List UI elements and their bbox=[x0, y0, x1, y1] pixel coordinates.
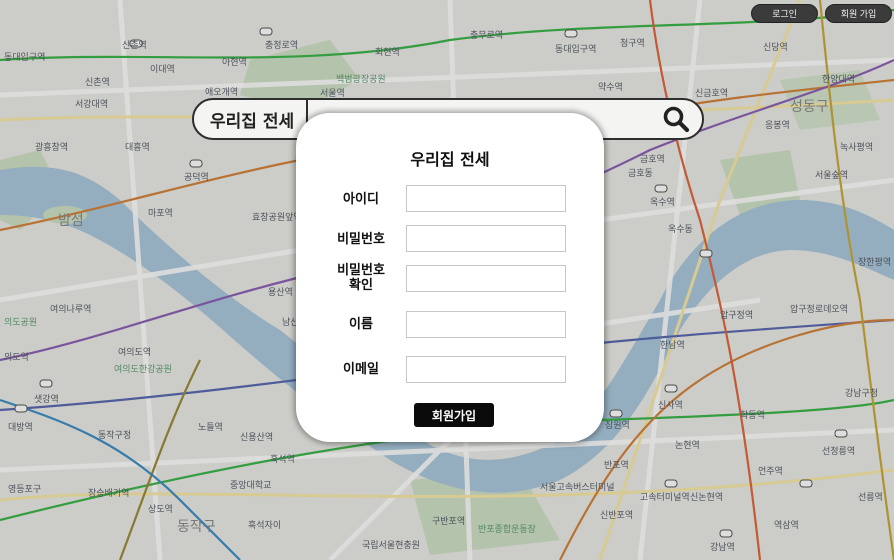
field-label-password-confirm: 비밀번호 확인 bbox=[337, 263, 385, 293]
signup-modal: 우리집 전세 아이디 비밀번호 비밀번호 확인 이름 이메일 회원가입 bbox=[296, 113, 604, 442]
email-input[interactable] bbox=[406, 356, 566, 383]
modal-title: 우리집 전세 bbox=[410, 150, 490, 169]
name-input[interactable] bbox=[406, 311, 566, 338]
field-label-id: 아이디 bbox=[343, 192, 379, 207]
signup-submit-button[interactable]: 회원가입 bbox=[414, 403, 494, 427]
id-input[interactable] bbox=[406, 185, 566, 212]
password-input[interactable] bbox=[406, 225, 566, 252]
login-button[interactable]: 로그인 bbox=[751, 4, 818, 23]
signup-button[interactable]: 회원 가입 bbox=[825, 4, 892, 23]
field-label-password: 비밀번호 bbox=[337, 232, 385, 247]
field-label-name: 이름 bbox=[349, 317, 373, 332]
search-brand-title: 우리집 전세 bbox=[194, 100, 309, 138]
field-label-email: 이메일 bbox=[343, 362, 379, 377]
password-confirm-input[interactable] bbox=[406, 265, 566, 292]
search-icon[interactable] bbox=[656, 99, 696, 139]
